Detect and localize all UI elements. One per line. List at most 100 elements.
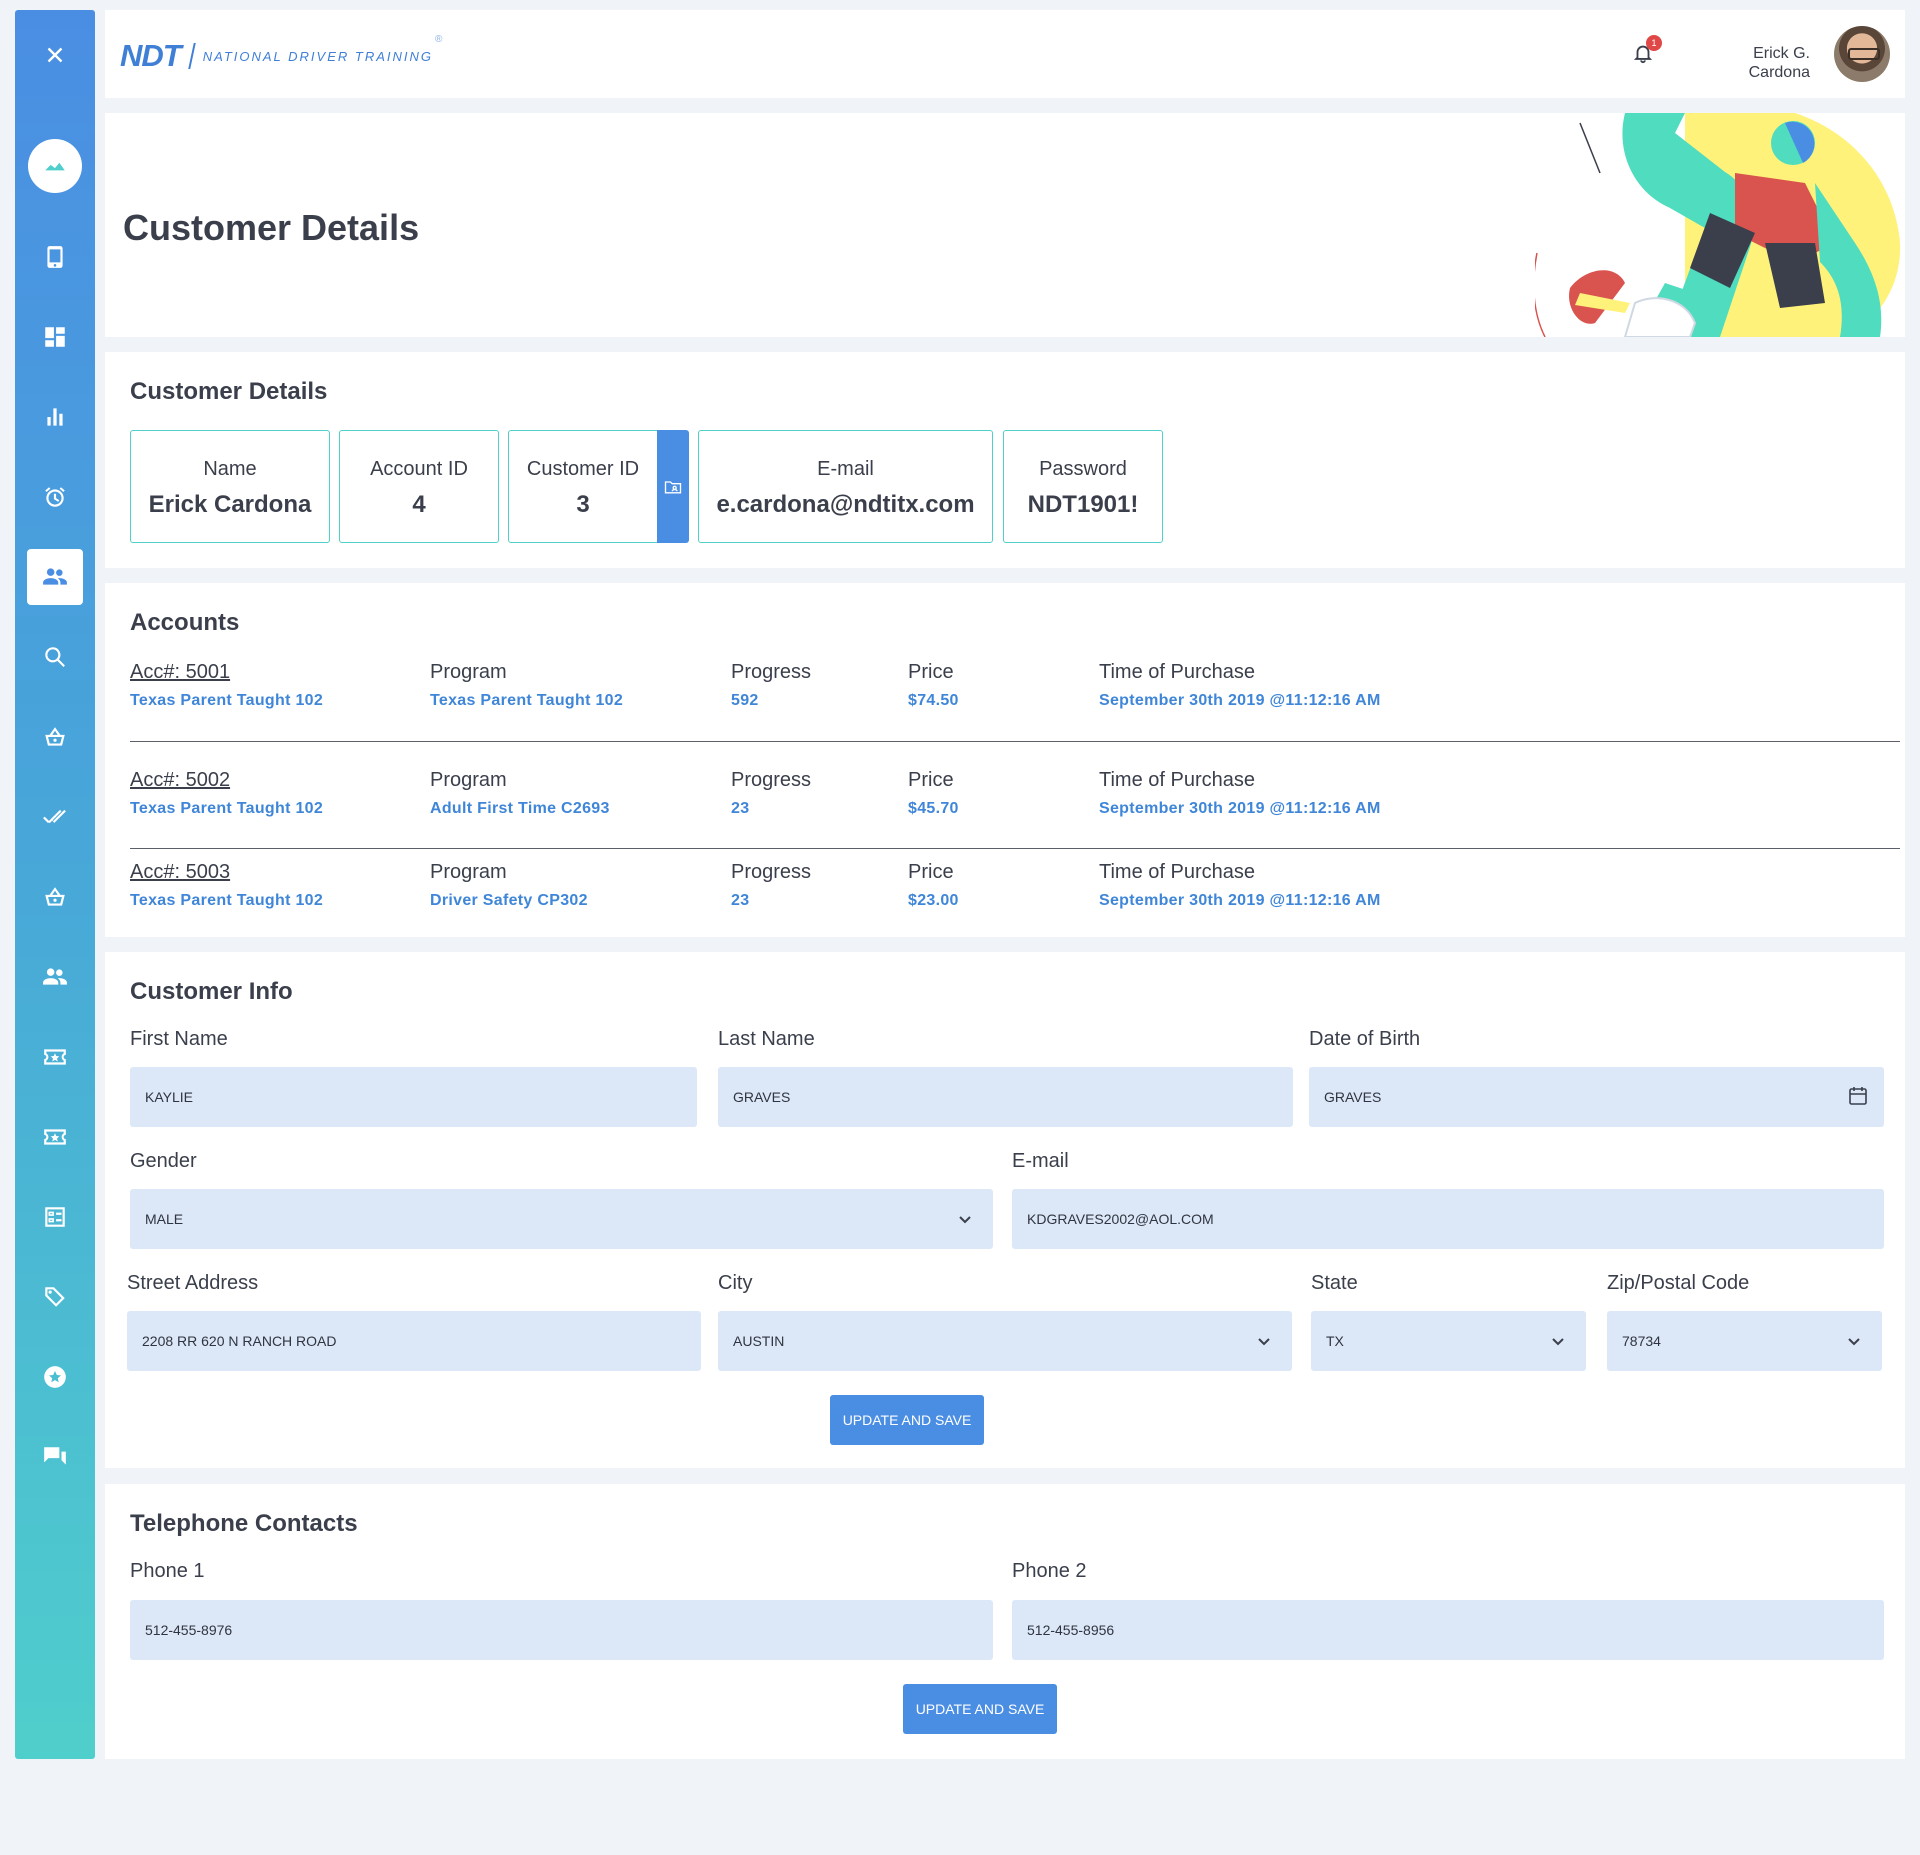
first-name-input[interactable]: KAYLIE bbox=[130, 1067, 697, 1127]
sidebar-item-dashboard[interactable] bbox=[15, 309, 95, 365]
chat-icon bbox=[44, 1447, 66, 1465]
price-value: $23.00 bbox=[908, 892, 959, 909]
folder-icon bbox=[664, 480, 682, 493]
zip-value: 78734 bbox=[1622, 1333, 1661, 1349]
logo-divider bbox=[187, 43, 196, 69]
accounts-title: Accounts bbox=[130, 609, 240, 636]
user-name[interactable]: Erick G. Cardona bbox=[1690, 44, 1810, 82]
sidebar-item-search[interactable] bbox=[15, 629, 95, 685]
city-select[interactable]: AUSTIN bbox=[718, 1311, 1292, 1371]
progress-label: Progress bbox=[731, 769, 812, 791]
search-icon bbox=[45, 647, 65, 667]
phone1-input[interactable]: 512-455-8976 bbox=[130, 1600, 993, 1660]
calendar-button[interactable] bbox=[1846, 1084, 1870, 1111]
row-divider bbox=[130, 848, 1900, 849]
price-label: Price bbox=[908, 861, 954, 883]
email-value: e.cardona@ndtitx.com bbox=[716, 491, 975, 518]
star-badge-icon bbox=[44, 1366, 66, 1388]
name-value: Erick Cardona bbox=[148, 491, 312, 518]
sidebar-item-tickets[interactable] bbox=[15, 1029, 95, 1085]
chevron-down-icon bbox=[959, 1216, 971, 1224]
phone2-value: 512-455-8956 bbox=[1027, 1622, 1115, 1638]
account-number-link[interactable]: Acc#: 5002 bbox=[130, 769, 323, 792]
dashboard-icon bbox=[45, 327, 65, 347]
state-value: TX bbox=[1326, 1333, 1344, 1349]
phone2-input[interactable]: 512-455-8956 bbox=[1012, 1600, 1884, 1660]
sidebar-item-alarms[interactable] bbox=[15, 469, 95, 525]
last-name-input[interactable]: GRAVES bbox=[718, 1067, 1293, 1127]
calendar-icon bbox=[1849, 1087, 1867, 1105]
sidebar-item-completed[interactable] bbox=[15, 789, 95, 845]
sidebar-item-reports[interactable] bbox=[15, 389, 95, 445]
account-number-link[interactable]: Acc#: 5001 bbox=[130, 661, 323, 684]
account-id-box: Account ID 4 bbox=[339, 430, 499, 543]
page-title: Customer Details bbox=[123, 207, 420, 248]
sidebar-item-checklist[interactable] bbox=[15, 1189, 95, 1245]
gender-label: Gender bbox=[130, 1150, 197, 1172]
ticket-star-icon bbox=[44, 1049, 66, 1065]
account-sub: Texas Parent Taught 102 bbox=[130, 692, 324, 709]
notifications-button[interactable]: 1 bbox=[1632, 35, 1662, 72]
sidebar-item-customers[interactable] bbox=[15, 549, 95, 605]
progress-value: 23 bbox=[731, 892, 750, 909]
sidebar-item-users[interactable] bbox=[15, 949, 95, 1005]
sidebar-item-tags[interactable] bbox=[15, 1269, 95, 1325]
program-value: Adult First Time C2693 bbox=[430, 800, 610, 817]
double-check-icon bbox=[43, 809, 66, 824]
phone-icon bbox=[47, 246, 63, 268]
sidebar-item-orders[interactable] bbox=[15, 709, 95, 765]
sidebar-item-messages[interactable] bbox=[15, 1429, 95, 1485]
email-label: E-mail bbox=[1012, 1150, 1069, 1172]
row-divider bbox=[130, 741, 1900, 742]
sidebar-item-rewards[interactable] bbox=[15, 1349, 95, 1405]
logo[interactable]: NDT NATIONAL DRIVER TRAINING ® bbox=[120, 34, 442, 74]
sidebar-item-home[interactable] bbox=[15, 138, 95, 194]
zip-select[interactable]: 78734 bbox=[1607, 1311, 1882, 1371]
zip-label: Zip/Postal Code bbox=[1607, 1272, 1750, 1294]
price-value: $74.50 bbox=[908, 692, 959, 709]
avatar[interactable] bbox=[1834, 26, 1890, 82]
bar-chart-icon bbox=[47, 408, 63, 426]
program-label: Program bbox=[430, 661, 507, 683]
email-box: E-mail e.cardona@ndtitx.com bbox=[698, 430, 993, 543]
logo-mark: NDT bbox=[120, 38, 182, 73]
account-id-value: 4 bbox=[412, 491, 426, 518]
sidebar-item-vouchers[interactable] bbox=[15, 1109, 95, 1165]
customer-details-title: Customer Details bbox=[130, 378, 328, 405]
email-input[interactable]: KDGRAVES2002@AOL.COM bbox=[1012, 1189, 1884, 1249]
close-icon bbox=[47, 47, 63, 63]
state-select[interactable]: TX bbox=[1311, 1311, 1586, 1371]
customer-id-box: Customer ID 3 bbox=[508, 430, 658, 543]
basket-icon bbox=[45, 727, 65, 746]
chevron-down-icon bbox=[1848, 1338, 1860, 1346]
city-label: City bbox=[718, 1272, 753, 1294]
sidebar-item-mobile[interactable] bbox=[15, 229, 95, 285]
gender-select[interactable]: MALE bbox=[130, 1189, 993, 1249]
account-number-link[interactable]: Acc#: 5003 bbox=[130, 861, 323, 884]
phone1-value: 512-455-8976 bbox=[145, 1622, 233, 1638]
alarm-icon bbox=[45, 487, 65, 507]
email-value: KDGRAVES2002@AOL.COM bbox=[1027, 1211, 1214, 1227]
sidebar-item-baskets[interactable] bbox=[15, 869, 95, 925]
customer-id-label: Customer ID bbox=[526, 458, 640, 480]
basket-icon bbox=[45, 887, 65, 906]
phone2-label: Phone 2 bbox=[1012, 1560, 1087, 1582]
update-and-save-button[interactable]: UPDATE AND SAVE bbox=[830, 1395, 984, 1445]
landscape-icon bbox=[45, 162, 65, 171]
update-and-save-phones-button[interactable]: UPDATE AND SAVE bbox=[903, 1684, 1057, 1734]
dob-input[interactable]: GRAVES bbox=[1309, 1067, 1884, 1127]
time-label: Time of Purchase bbox=[1099, 769, 1255, 791]
time-label: Time of Purchase bbox=[1099, 861, 1255, 883]
account-id-label: Account ID bbox=[370, 458, 468, 480]
street-input[interactable]: 2208 RR 620 N RANCH ROAD bbox=[127, 1311, 701, 1371]
street-label: Street Address bbox=[127, 1272, 259, 1294]
customer-id-folder-button[interactable] bbox=[657, 430, 689, 543]
program-label: Program bbox=[430, 769, 507, 791]
first-name-label: First Name bbox=[130, 1028, 228, 1050]
sidebar-close-button[interactable] bbox=[15, 27, 95, 83]
user-name-line2: Cardona bbox=[1748, 64, 1810, 81]
people-icon bbox=[43, 968, 67, 985]
program-value: Driver Safety CP302 bbox=[430, 892, 588, 909]
sidebar bbox=[15, 10, 95, 1759]
ticket-star-icon bbox=[44, 1129, 66, 1145]
